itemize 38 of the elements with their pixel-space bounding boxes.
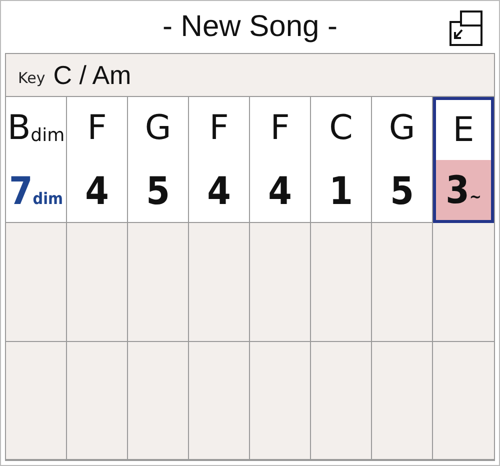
empty-cell[interactable] xyxy=(67,342,128,460)
chord-cell[interactable]: F 4 xyxy=(189,97,250,223)
chord-name: F xyxy=(209,108,229,148)
chord-name: F xyxy=(87,108,107,148)
resize-icon[interactable] xyxy=(449,10,483,47)
degree-number: 4 xyxy=(85,168,109,213)
chord-name: G xyxy=(388,108,416,148)
degree-number: 1 xyxy=(329,168,353,213)
chord-cell[interactable]: Bdim 7dim xyxy=(6,97,67,223)
degree-number: 4 xyxy=(268,168,292,213)
chord-cell[interactable]: C 1 xyxy=(311,97,372,223)
degree-suffix: dim xyxy=(32,189,64,208)
degree-suffix: ~ xyxy=(469,187,482,206)
chord-quality: dim xyxy=(30,124,65,146)
empty-cell[interactable] xyxy=(189,342,250,460)
chord-cell[interactable]: G 5 xyxy=(372,97,433,223)
empty-cell[interactable] xyxy=(128,342,189,460)
degree-number: 3 xyxy=(446,168,470,212)
chord-cell[interactable]: E 3~ xyxy=(433,97,494,223)
chord-cell[interactable]: F 4 xyxy=(250,97,311,223)
empty-cell[interactable] xyxy=(311,342,372,460)
chord-name: B xyxy=(7,108,31,148)
chord-name: G xyxy=(144,108,172,148)
empty-cell[interactable] xyxy=(6,342,67,460)
chord-name: F xyxy=(270,108,290,148)
chord-name: E xyxy=(452,110,474,150)
degree-number: 5 xyxy=(146,168,170,213)
chord-name: C xyxy=(329,108,353,148)
song-title: - New Song - xyxy=(162,10,338,44)
key-value: C / Am xyxy=(53,60,132,90)
empty-cell[interactable] xyxy=(250,342,311,460)
chord-cell[interactable]: G 5 xyxy=(128,97,189,223)
chord-cell[interactable]: F 4 xyxy=(67,97,128,223)
degree-number: 7 xyxy=(8,168,33,213)
degree-number: 5 xyxy=(390,168,414,213)
degree-number: 4 xyxy=(207,168,231,213)
empty-cell[interactable] xyxy=(372,342,433,460)
key-label: Key xyxy=(18,69,46,87)
